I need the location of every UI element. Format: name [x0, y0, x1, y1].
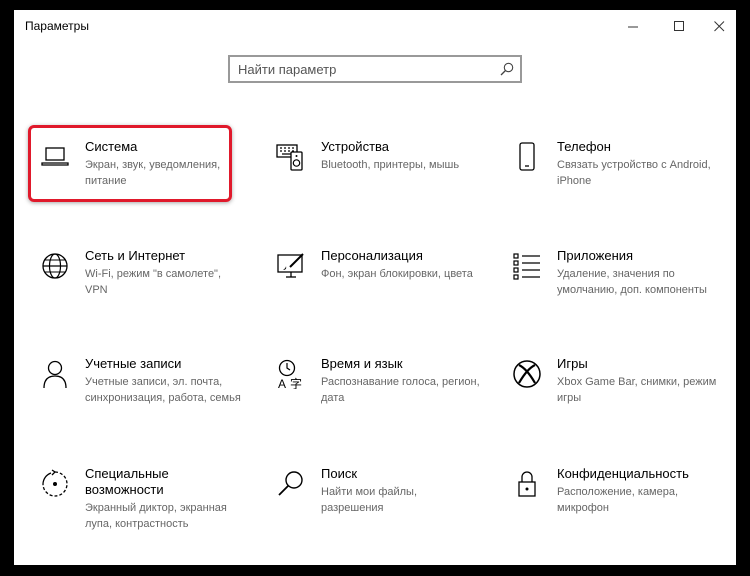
tile-description: Удаление, значения по умолчанию, доп. ко…: [557, 268, 707, 296]
tile-apps[interactable]: Приложения Удаление, значения по умолчан…: [502, 247, 707, 327]
devices-icon: [276, 142, 306, 172]
minimize-icon: [627, 26, 638, 27]
tile-title: Конфиденциальность: [557, 466, 689, 481]
svg-text:A: A: [278, 377, 286, 389]
tile-personalization[interactable]: Персонализация Фон, экран блокировки, цв…: [266, 247, 473, 327]
tile-phone[interactable]: Телефон Связать устройство с Android, iP…: [502, 138, 711, 218]
tile-title: Время и язык: [321, 356, 403, 371]
tile-title: Специальные возможности: [85, 466, 169, 497]
tile-title: Сеть и Интернет: [85, 248, 186, 263]
accessibility-icon: [40, 469, 70, 499]
tile-time-language[interactable]: A 字 Время и язык Распознавание голоса, р…: [266, 355, 480, 435]
personalization-icon: [276, 251, 306, 281]
svg-text:字: 字: [290, 376, 302, 389]
search-magnifier-icon: [276, 469, 306, 499]
lock-icon: [512, 469, 542, 499]
phone-icon: [512, 142, 542, 172]
tile-title: Телефон: [557, 139, 611, 154]
tile-accounts[interactable]: Учетные записи Учетные записи, эл. почта…: [30, 355, 241, 435]
maximize-icon: [673, 20, 684, 31]
search-box[interactable]: [228, 55, 522, 83]
tile-system[interactable]: Система Экран, звук, уведомления, питани…: [30, 138, 230, 218]
minimize-button[interactable]: [610, 10, 656, 42]
close-button[interactable]: [696, 10, 742, 42]
tile-description: Распознавание голоса, регион, дата: [321, 376, 480, 404]
time-language-icon: A 字: [276, 359, 306, 389]
tile-title: Учетные записи: [85, 356, 182, 371]
apps-list-icon: [512, 251, 542, 281]
tile-description: Экран, звук, уведомления, питание: [85, 159, 221, 187]
tile-privacy[interactable]: Конфиденциальность Расположение, камера,…: [502, 465, 702, 545]
tile-description: Wi-Fi, режим "в самолете", VPN: [85, 268, 222, 296]
tile-title: Приложения: [557, 248, 634, 263]
tile-description: Связать устройство с Android, iPhone: [557, 159, 711, 187]
search-input[interactable]: [230, 57, 492, 81]
tile-description: Учетные записи, эл. почта, синхронизация…: [85, 376, 241, 404]
title-bar: Параметры: [14, 10, 736, 42]
tile-description: Найти мои файлы, разрешения: [321, 486, 418, 514]
tile-title: Система: [85, 139, 138, 154]
tile-description: Фон, экран блокировки, цвета: [321, 268, 473, 280]
person-icon: [40, 359, 70, 389]
tile-search[interactable]: Поиск Найти мои файлы, разрешения: [266, 465, 466, 545]
tile-gaming[interactable]: Игры Xbox Game Bar, снимки, режим игры: [502, 355, 716, 435]
tile-devices[interactable]: Устройства Bluetooth, принтеры, мышь: [266, 138, 466, 218]
tile-title: Устройства: [321, 139, 390, 154]
tile-description: Расположение, камера, микрофон: [557, 486, 679, 514]
xbox-icon: [512, 359, 542, 389]
close-icon: [713, 20, 724, 31]
tile-network[interactable]: Сеть и Интернет Wi-Fi, режим "в самолете…: [30, 247, 230, 327]
tile-title: Поиск: [321, 466, 358, 481]
window-title: Параметры: [25, 19, 89, 33]
tile-title: Персонализация: [321, 248, 423, 263]
tile-title: Игры: [557, 356, 588, 371]
tile-description: Xbox Game Bar, снимки, режим игры: [557, 376, 717, 404]
tile-description: Экранный диктор, экранная лупа, контраст…: [85, 502, 227, 530]
globe-icon: [40, 251, 70, 281]
settings-window: Параметры Система Экран, звук, увед: [14, 10, 736, 565]
laptop-icon: [40, 142, 70, 172]
tile-description: Bluetooth, принтеры, мышь: [321, 159, 460, 171]
search-icon[interactable]: [499, 61, 515, 82]
tile-accessibility[interactable]: Специальные возможности Экранный диктор,…: [30, 465, 230, 545]
